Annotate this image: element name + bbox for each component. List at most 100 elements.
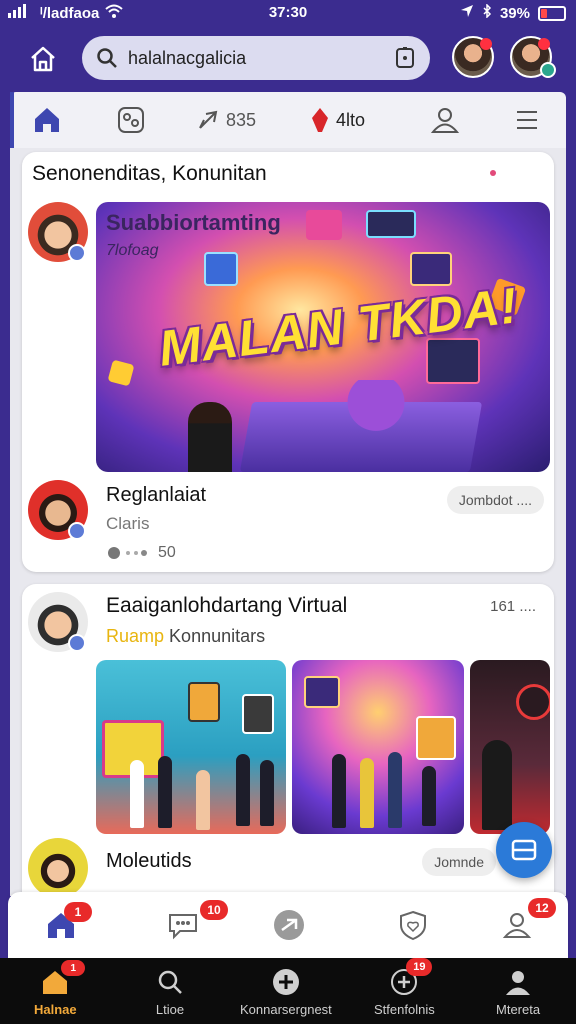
battery-percent: 39% xyxy=(499,4,530,22)
member-count[interactable]: 161 .... xyxy=(490,598,536,615)
person-figure xyxy=(196,770,210,830)
add-circle-icon xyxy=(272,969,299,995)
layout-icon xyxy=(511,839,537,861)
poster-graphic xyxy=(188,682,220,722)
nav-live-label: 4lto xyxy=(336,109,366,130)
person-figure xyxy=(260,760,274,826)
user-icon xyxy=(502,913,532,938)
send-icon xyxy=(274,910,304,940)
bottom-nav-share[interactable] xyxy=(270,906,308,944)
notification-badge: 10 xyxy=(200,900,228,920)
nav-trending-label: 835 xyxy=(226,109,257,130)
banner-decoration xyxy=(204,252,238,286)
unread-dot xyxy=(490,170,496,176)
poster-graphic xyxy=(304,676,340,708)
search-bar[interactable] xyxy=(82,36,430,80)
person-figure xyxy=(422,766,436,826)
tab-activity[interactable]: 19 Stfenfolnis xyxy=(374,958,435,1017)
banner-decoration xyxy=(306,210,342,240)
nav-live[interactable]: 4lto xyxy=(310,104,365,136)
post-title: Eaaiganlohdartang Virtual xyxy=(106,594,348,617)
author-subtitle: Claris xyxy=(106,514,150,533)
banner-decoration xyxy=(426,338,480,384)
nav-home[interactable] xyxy=(32,104,62,136)
nav-trending[interactable]: 835 xyxy=(196,104,256,136)
post-card[interactable]: Eaaiganlohdartang Virtual Ruamp Konnunit… xyxy=(22,584,554,896)
tab-community[interactable]: Konnarsergnest xyxy=(240,966,332,1017)
person-figure xyxy=(332,754,346,828)
tab-search[interactable]: Ltioe xyxy=(154,966,186,1017)
online-status-dot xyxy=(540,62,556,78)
poster-graphic xyxy=(416,716,456,760)
comment-icon xyxy=(108,547,147,559)
search-icon xyxy=(158,970,182,994)
banner-subtitle: 7lofoag xyxy=(106,242,159,259)
tab-badge: 19 xyxy=(406,958,433,976)
home-button[interactable] xyxy=(24,40,62,78)
qr-scan-icon[interactable] xyxy=(394,47,416,69)
status-bar: ᴵ/ladfaoa 37:30 39% xyxy=(0,0,576,26)
person-figure xyxy=(188,402,232,472)
home-icon xyxy=(35,108,59,132)
groups-icon xyxy=(118,107,144,133)
shield-heart-icon xyxy=(400,910,426,941)
search-input[interactable] xyxy=(126,46,380,70)
top-bar xyxy=(0,28,576,90)
gallery-photo[interactable] xyxy=(470,660,550,834)
active-indicator xyxy=(10,92,14,148)
tab-bar: 1 Halnae Ltioe Konnarsergnest 19 Stfenfo… xyxy=(0,958,576,1024)
notification-badge: 1 xyxy=(64,902,92,922)
person-figure xyxy=(236,754,250,826)
post-banner[interactable]: Suabbiortamting 7lofoag MALAN TKDA! xyxy=(96,202,550,472)
bluetooth-icon xyxy=(482,3,492,22)
feed: Senonenditas, Konunitan Suabbiortamting … xyxy=(10,148,566,896)
tab-label: Stfenfolnis xyxy=(374,1002,435,1017)
author-name[interactable]: Reglanlaiat xyxy=(106,484,206,507)
mascot-figure xyxy=(346,380,406,444)
chat-icon xyxy=(169,914,197,940)
person-figure xyxy=(158,756,172,828)
tab-profile[interactable]: Mtereta xyxy=(496,966,540,1017)
nav-profile[interactable] xyxy=(430,104,460,136)
stats-count: 50 xyxy=(158,544,176,561)
join-button[interactable]: Jomnde xyxy=(422,848,496,876)
banner-decoration xyxy=(366,210,416,238)
notification-badge: 12 xyxy=(528,898,556,918)
person-figure xyxy=(482,740,512,830)
tab-home[interactable]: 1 Halnae xyxy=(34,960,86,1017)
tab-label: Halnae xyxy=(34,1002,77,1017)
person-figure xyxy=(130,760,144,828)
poster-graphic xyxy=(242,694,274,734)
notification-dot xyxy=(480,38,492,50)
person-figure xyxy=(388,752,402,828)
author-avatar[interactable] xyxy=(28,838,88,896)
flame-icon xyxy=(312,108,328,132)
bottom-nav-favorites[interactable] xyxy=(394,906,432,944)
gallery-photo[interactable] xyxy=(96,660,286,834)
verified-badge xyxy=(68,522,86,540)
notification-dot xyxy=(538,38,550,50)
bottom-nav-chat[interactable] xyxy=(164,906,202,944)
tab-label: Konnarsergnest xyxy=(240,1002,332,1017)
join-button[interactable]: Jombdot .... xyxy=(446,486,544,514)
verified-badge xyxy=(68,634,86,652)
bottom-nav: 1 10 12 xyxy=(8,892,568,958)
nav-groups[interactable] xyxy=(116,104,146,136)
compose-fab[interactable] xyxy=(496,822,552,878)
post-title: Senonenditas, Konunitan xyxy=(32,162,267,185)
tab-badge: 1 xyxy=(61,960,86,976)
verified-badge xyxy=(68,244,86,262)
subtitle-text: Konnunitars xyxy=(169,626,266,646)
gallery-photo[interactable] xyxy=(292,660,464,834)
poster-graphic xyxy=(516,684,550,720)
category-nav: 835 4lto xyxy=(10,92,566,148)
rocket-icon xyxy=(199,110,218,129)
location-icon xyxy=(460,4,474,22)
search-icon xyxy=(96,47,118,69)
nav-menu[interactable] xyxy=(514,104,540,136)
menu-icon xyxy=(517,111,537,129)
user-icon xyxy=(506,971,531,995)
post-subtitle: Ruamp Konnunitars xyxy=(106,626,265,647)
person-figure xyxy=(360,758,374,828)
post-card[interactable]: Senonenditas, Konunitan Suabbiortamting … xyxy=(22,152,554,572)
